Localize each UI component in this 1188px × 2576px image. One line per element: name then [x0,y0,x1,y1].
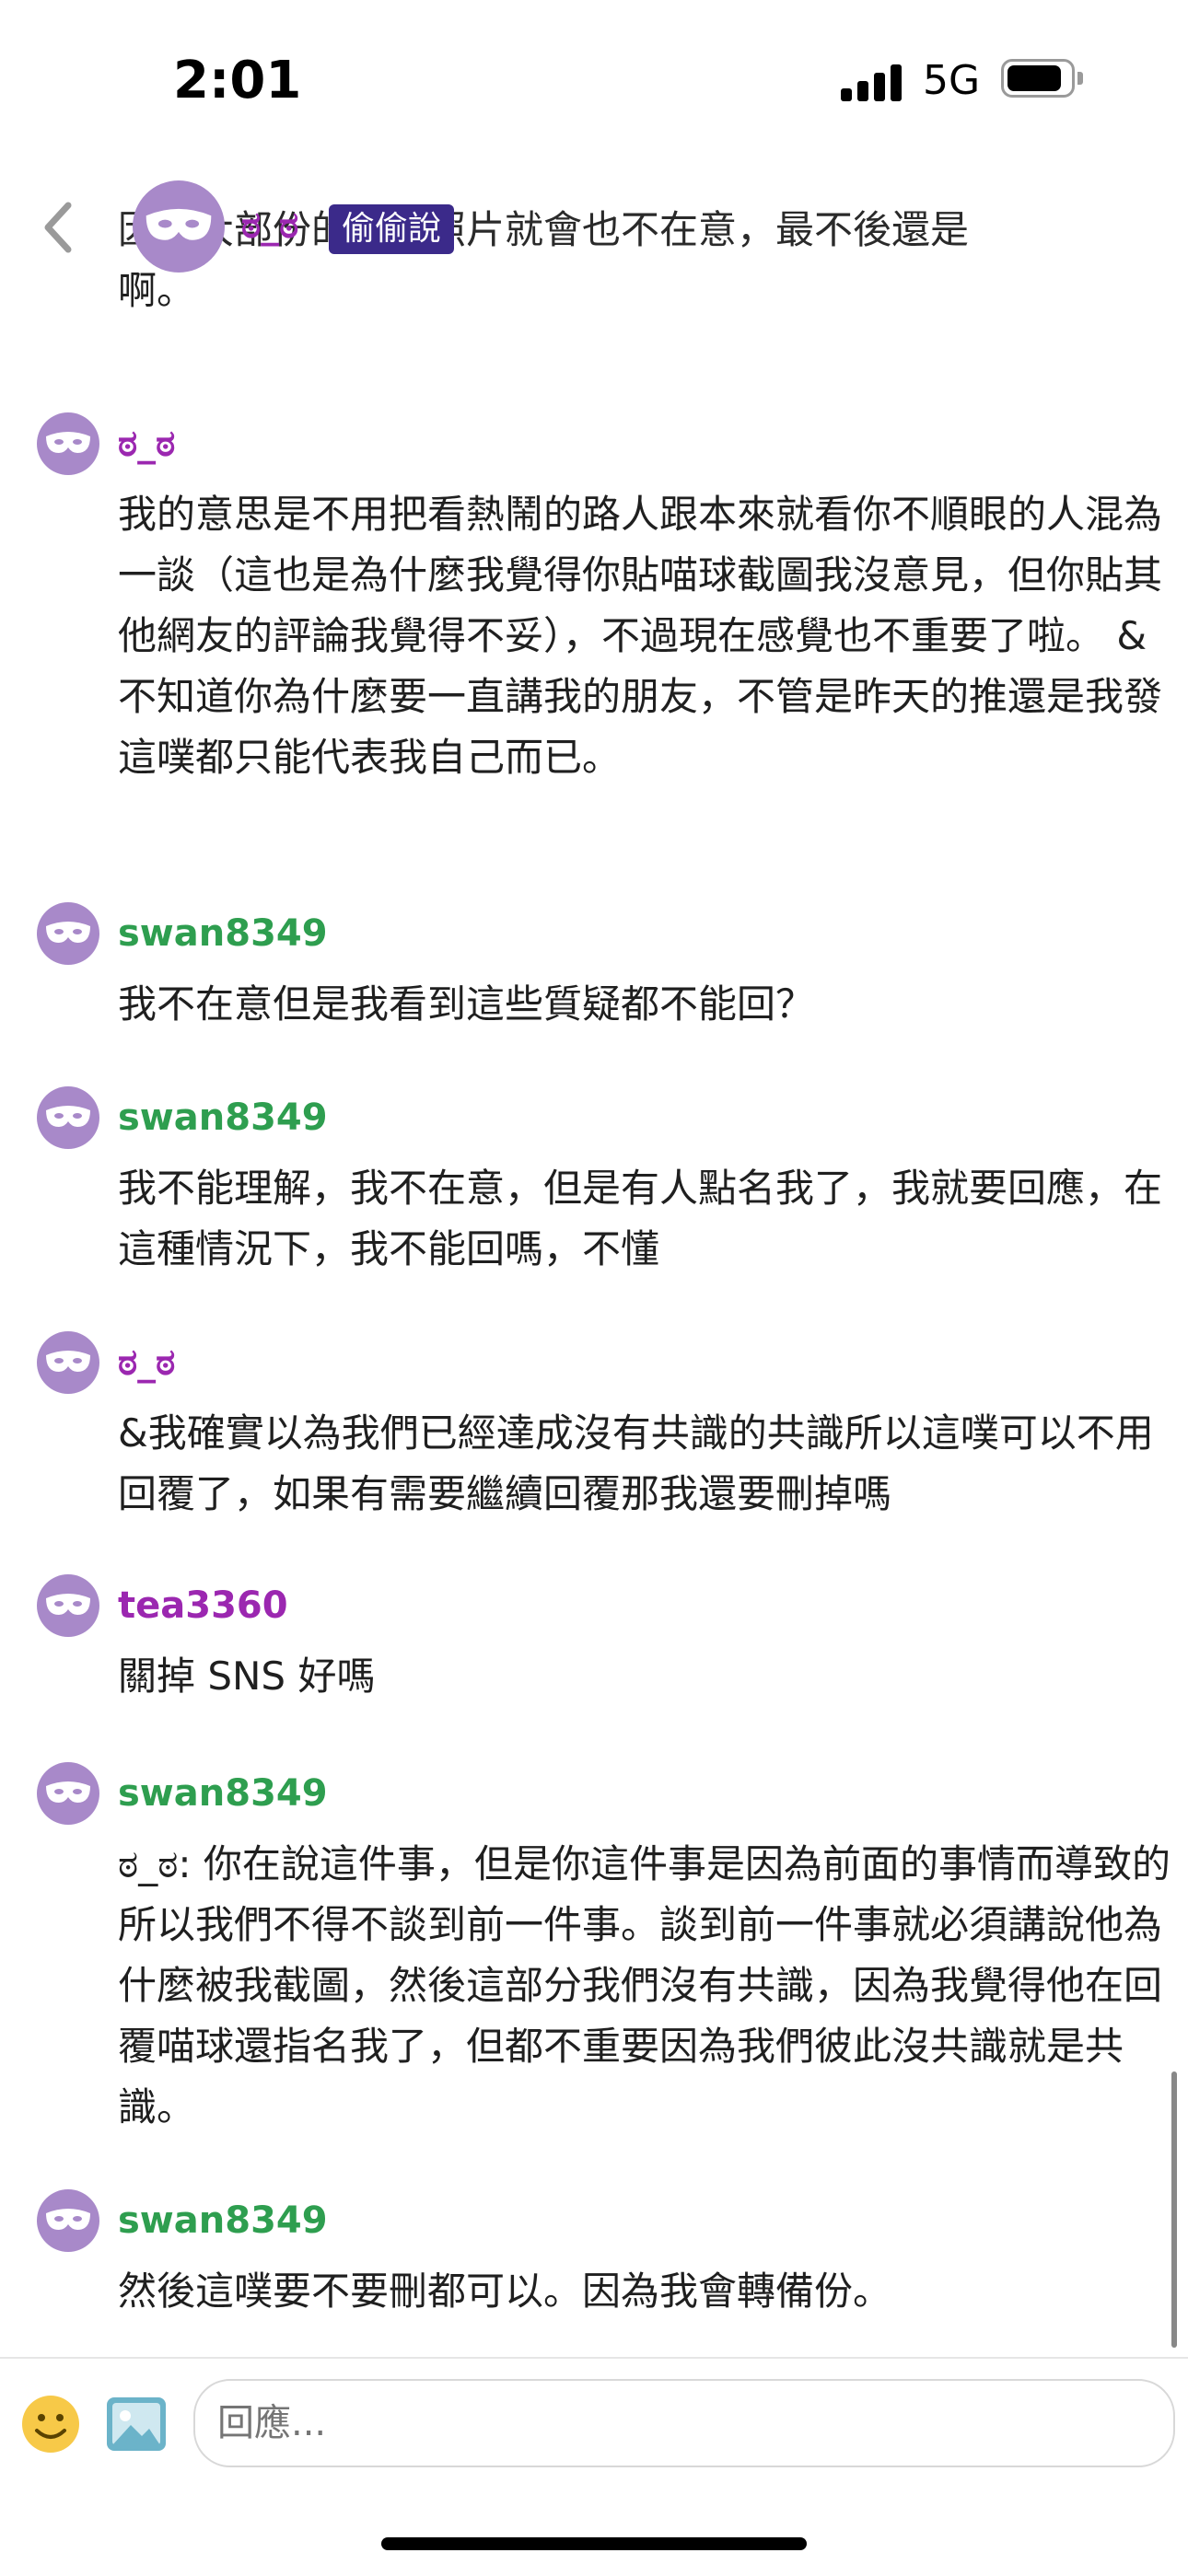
scrollbar[interactable] [1171,2071,1177,2348]
header-username[interactable]: ಠ_ಠ [241,204,298,247]
mask-avatar-icon[interactable] [37,1331,99,1394]
message-text: 然後這噗要不要刪都可以。因為我會轉備份。 [118,2269,892,2314]
message-username[interactable]: swan8349 [118,1096,328,1140]
mask-avatar-icon[interactable] [37,2189,99,2252]
message-username[interactable]: swan8349 [118,1771,328,1816]
mask-avatar-icon[interactable] [37,902,99,965]
signal-icon [841,64,903,101]
message-username[interactable]: swan8349 [118,2199,328,2243]
status-time: 2:01 [173,51,302,110]
message-text: &我確實以為我們已經達成沒有共識的共識所以這噗可以不用回覆了，如果有需要繼續回覆… [118,1410,1154,1516]
image-icon[interactable] [105,2396,168,2453]
message-text: 關掉 SNS 好嗎 [118,1654,376,1699]
message-text: 我不在意但是我看到這些質疑都不能回？ [118,981,815,1027]
battery-icon [1001,59,1084,98]
message-username[interactable]: ಠ_ಠ [118,422,175,466]
message-text: 我不能理解，我不在意，但是有人點名我了，我就要回應，在這種情況下，我不能回嗎，不… [118,1166,1163,1271]
network-type: 5G [923,57,981,104]
mask-avatar-icon[interactable] [133,180,225,273]
mask-avatar-icon[interactable] [37,1574,99,1637]
conversation-header: ಠ_ಠ 偷偷說 [0,157,1188,295]
mask-avatar-icon[interactable] [37,412,99,475]
mask-avatar-icon[interactable] [37,1086,99,1149]
emoji-icon[interactable] [20,2394,81,2454]
message-username[interactable]: ಠ_ಠ [118,1340,175,1385]
anonymous-badge: 偷偷說 [329,204,455,254]
mask-avatar-icon[interactable] [37,1762,99,1825]
status-bar: 2:01 5G [0,0,1188,157]
reply-input[interactable] [193,2379,1175,2467]
message-username[interactable]: swan8349 [118,911,328,956]
message-text: ಠ_ಠ: 你在說這件事，但是你這件事是因為前面的事情而導致的所以我們不得不談到前… [118,1841,1171,2129]
message-username[interactable]: tea3360 [118,1584,288,1628]
home-indicator[interactable] [381,2537,807,2550]
message-list[interactable]: 因為大部份的實況照片就會也不在意，最不後還是 啊。 ಠ_ಠ 我的意思是不用把看熱… [0,157,1188,2357]
message-text: 我的意思是不用把看熱鬧的路人跟本來就看你不順眼的人混為一談（這也是為什麼我覺得你… [118,492,1163,780]
chevron-left-icon[interactable] [37,198,81,257]
